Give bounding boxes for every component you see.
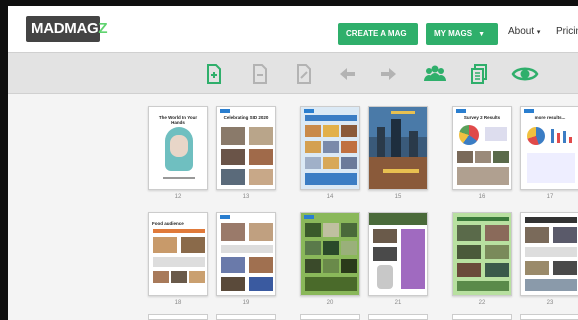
pricing-link[interactable]: Pricin: [556, 26, 578, 37]
page-number: 18: [174, 300, 182, 306]
page-number: 17: [546, 194, 554, 200]
copy-icon[interactable]: [468, 63, 490, 85]
madmagz-logo[interactable]: MADMAGZ: [26, 16, 108, 42]
my-mags-button[interactable]: MY MAGS ▼: [426, 23, 498, 45]
page-thumbnail[interactable]: [300, 106, 360, 190]
arrow-right-icon[interactable]: [378, 63, 400, 85]
page-thumbnail[interactable]: The World In Your Hands: [148, 106, 208, 190]
page-title: more results...: [534, 115, 566, 120]
page-number: 14: [326, 194, 334, 200]
page-thumbnail[interactable]: Celebrating SID 2020: [216, 106, 276, 190]
page-thumbnail[interactable]: [520, 314, 578, 320]
page-number: 16: [478, 194, 486, 200]
top-navigation: MADMAGZ CREATE A MAG▼ MY MAGS ▼ About ▾ P…: [8, 6, 578, 60]
page-number: 12: [174, 194, 182, 200]
chevron-down-icon: ▼: [478, 31, 486, 38]
page-thumbnail[interactable]: [368, 106, 428, 190]
page-thumbnail[interactable]: [300, 212, 360, 296]
page-thumbnail[interactable]: [216, 212, 276, 296]
page-thumbnail[interactable]: [148, 314, 208, 320]
page-number: 22: [478, 300, 486, 306]
page-thumbnail[interactable]: [216, 314, 276, 320]
page-title: Food audience: [152, 221, 184, 226]
page-number: 15: [394, 194, 402, 200]
create-a-mag-label: CREATE A MAG: [346, 29, 407, 38]
add-page-icon[interactable]: [202, 63, 224, 85]
page-thumbnail[interactable]: [452, 212, 512, 296]
page-number: 13: [242, 194, 250, 200]
page-title: The World In Your Hands: [158, 115, 198, 125]
page-number: 21: [394, 300, 402, 306]
chevron-down-icon: ▾: [536, 29, 541, 36]
arrow-left-icon[interactable]: [336, 63, 358, 85]
group-icon[interactable]: [422, 63, 448, 85]
page-title: Celebrating SID 2020: [223, 115, 269, 120]
page-thumbnail[interactable]: [452, 314, 512, 320]
page-thumbnail[interactable]: Food audience: [148, 212, 208, 296]
create-a-mag-button[interactable]: CREATE A MAG▼: [338, 23, 418, 60]
pages-grid: The World In Your Hands 12 Celebrating S…: [8, 94, 578, 320]
edit-page-icon[interactable]: [292, 63, 314, 85]
page-number: 20: [326, 300, 334, 306]
about-menu[interactable]: About ▾: [508, 26, 540, 37]
page-thumbnail[interactable]: more results...: [520, 106, 578, 190]
page-thumbnail[interactable]: [368, 314, 428, 320]
my-mags-label: MY MAGS: [434, 29, 473, 38]
page-number: 23: [546, 300, 554, 306]
page-thumbnail[interactable]: [300, 314, 360, 320]
window-frame-left: [0, 0, 8, 320]
eye-icon[interactable]: [511, 63, 539, 85]
page-thumbnail[interactable]: [520, 212, 578, 296]
page-number: 19: [242, 300, 250, 306]
page-thumbnail[interactable]: Survey 2 Results: [452, 106, 512, 190]
page-thumbnail[interactable]: [368, 212, 428, 296]
page-title: Survey 2 Results: [463, 115, 501, 120]
page-toolbar: [8, 52, 578, 94]
add-page-outline-icon[interactable]: [248, 63, 270, 85]
